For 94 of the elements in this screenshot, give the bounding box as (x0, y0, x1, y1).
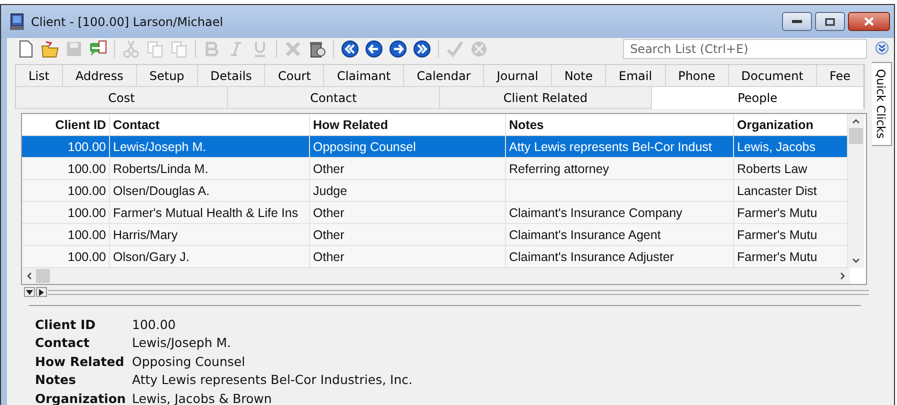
table-cell: Farmer's Mutual Health & Life Ins (113, 206, 298, 220)
expand-button[interactable] (872, 39, 891, 57)
down-triangle-icon (26, 290, 33, 294)
copy-icon (146, 40, 164, 58)
checkmark-icon (446, 40, 464, 58)
tab[interactable]: Setup (136, 65, 198, 87)
collapse-button[interactable] (24, 287, 35, 297)
table-cell: Atty Lewis represents Bel-Cor Indust (509, 140, 712, 154)
table-cell: 100.00 (68, 228, 106, 242)
table-cell: 100.00 (68, 162, 106, 176)
tab[interactable]: Contact (228, 87, 440, 109)
tab[interactable]: List (16, 65, 64, 87)
table-cell: 100.00 (68, 184, 106, 198)
tab[interactable]: Document (728, 65, 817, 87)
table-cell: Lewis, Jacobs (737, 140, 816, 154)
prev-button[interactable] (363, 38, 385, 60)
tab[interactable]: People (652, 87, 864, 109)
scrollbar-thumb[interactable] (849, 128, 863, 144)
field-label: Notes (35, 372, 77, 388)
scrollbar-thumb[interactable] (36, 269, 50, 283)
next-button[interactable] (387, 38, 409, 60)
table-cell: Farmer's Mutu (737, 206, 818, 220)
tab[interactable]: Cost (16, 87, 228, 109)
bold-icon (203, 40, 221, 58)
tab[interactable]: Address (63, 65, 137, 87)
folder-icon (41, 40, 59, 58)
tab[interactable]: Phone (666, 65, 729, 87)
tab[interactable]: Note (552, 65, 606, 87)
speech-bubble-icon (89, 40, 107, 58)
double-chevron-icon (874, 41, 889, 55)
side-tab[interactable]: Quick Clicks (872, 62, 892, 146)
right-triangle-icon (39, 288, 44, 296)
table-cell: Other (313, 162, 344, 176)
last-button[interactable] (411, 38, 433, 60)
table-cell: Farmer's Mutu (737, 250, 818, 264)
field-value: Lewis/Joseph M. (132, 335, 231, 350)
field-label: How Related (35, 354, 126, 369)
table-cell: Farmer's Mutu (737, 228, 818, 242)
table-row[interactable]: 100.00 Roberts/Linda M. Other Referring attorney Roberts Law (22, 158, 848, 180)
first-button[interactable] (339, 38, 361, 60)
vertical-scrollbar[interactable] (848, 114, 864, 268)
scissors-icon (122, 40, 140, 58)
table-row[interactable]: 100.00 Olson/Gary J. Other Claimant's Insurance Adjuster Farmer's Mutu (22, 246, 848, 268)
table-cell: Claimant's Insurance Agent (509, 228, 661, 242)
tab[interactable]: Journal (484, 65, 552, 87)
tab[interactable]: Email (606, 65, 666, 87)
table-cell: Other (313, 228, 344, 242)
maximize-button[interactable] (815, 12, 845, 31)
table-cell: Referring attorney (509, 162, 610, 176)
close-button[interactable] (848, 12, 890, 31)
maximize-icon (825, 18, 835, 26)
table-row[interactable]: 100.00 Lewis/Joseph M. Opposing Counsel Atty Lewis represents Bel-Cor Indust Lewis, Jacobs (22, 136, 848, 158)
expand-button[interactable] (36, 287, 47, 297)
tab[interactable]: Claimant (324, 65, 404, 87)
table-cell: Judge (313, 184, 348, 198)
window-title: Client - [100.00] Larson/Michael (31, 14, 224, 28)
table-cell: Harris/Mary (113, 228, 178, 242)
tab[interactable]: Calendar (404, 65, 484, 87)
table-row[interactable]: 100.00 Olsen/Douglas A. Judge Lancaster Dist (22, 180, 848, 202)
table-cell: 100.00 (68, 250, 106, 264)
table-cell: Other (313, 250, 344, 264)
minimize-icon (792, 20, 802, 24)
table-row[interactable]: 100.00 Farmer's Mutual Health & Life Ins Other Claimant's Insurance Company Farmer's Mutu (22, 202, 848, 224)
search-field[interactable]: Search List (Ctrl+E) (623, 39, 868, 59)
table-row[interactable]: 100.00 Harris/Mary Other Claimant's Insurance Agent Farmer's Mutu (22, 224, 848, 246)
minimize-button[interactable] (782, 12, 812, 31)
field-value: Atty Lewis represents Bel-Cor Industries, Inc. (132, 372, 413, 388)
tab[interactable]: Court (265, 65, 324, 87)
table-cell: Roberts/Linda M. (113, 162, 208, 176)
tab[interactable]: Details (198, 65, 266, 87)
field-value: Lewis, Jacobs & Brown (132, 390, 272, 405)
table-cell: 100.00 (68, 140, 106, 154)
trash-can-icon (308, 40, 326, 58)
tab[interactable]: Client Related (440, 87, 652, 109)
table-cell: Olson/Gary J. (113, 250, 190, 264)
field-label: Contact (35, 335, 90, 350)
cross-icon (284, 40, 302, 58)
table-cell: Lancaster Dist (737, 184, 817, 198)
computer-icon (9, 12, 25, 30)
horizontal-scrollbar[interactable] (22, 268, 850, 284)
close-icon (864, 17, 874, 26)
page-icon (17, 40, 35, 58)
table-cell: Olsen/Douglas A. (113, 184, 210, 198)
field-value: Opposing Counsel (132, 354, 246, 369)
table-cell: Other (313, 206, 344, 220)
table-cell: Roberts Law (737, 162, 808, 176)
table-cell: Lewis/Joseph M. (113, 140, 206, 154)
table-cell: Claimant's Insurance Adjuster (509, 250, 674, 264)
tab[interactable]: Fee (816, 65, 864, 87)
field-label: Client ID (35, 316, 96, 332)
table-cell: Opposing Counsel (313, 140, 416, 154)
table-cell: Claimant's Insurance Company (509, 206, 682, 220)
table-cell: 100.00 (68, 206, 106, 220)
field-value: 100.00 (132, 316, 176, 332)
